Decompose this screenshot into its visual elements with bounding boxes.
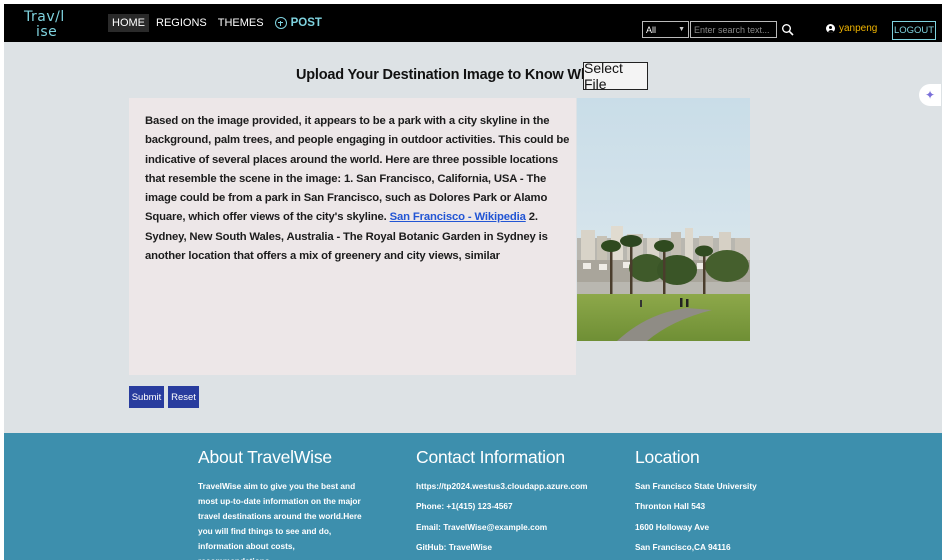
username: yanpeng [839,23,878,34]
sparkle-icon[interactable]: ✦ [919,84,941,106]
submit-button[interactable]: Submit [129,386,164,408]
logo-line-2: ise [36,24,58,40]
travelwise-logo[interactable]: Trav/l ise [22,7,76,40]
footer-about-body: TravelWise aim to give you the best and … [198,481,362,560]
footer-contact-website[interactable]: https://tp2024.westus3.cloudapp.azure.co… [416,479,616,499]
search-input[interactable] [690,21,777,38]
search-scope-value: All [646,24,657,35]
footer-location: Location San Francisco State University … [635,447,815,560]
footer-location-line: San Francisco,CA 94116 [635,541,731,552]
search-bar: All ▼ [642,21,795,38]
result-panel: Based on the image provided, it appears … [129,98,576,375]
plus-circle-icon [274,17,287,29]
footer-location-line: Thronton Hall 543 [635,501,706,512]
select-file-button[interactable]: Select File [583,60,648,92]
nav-themes[interactable]: THEMES [214,14,268,32]
user-icon [826,24,835,33]
footer-contact-heading: Contact Information [416,447,565,467]
navbar: Trav/l ise HOME REGIONS THEMES POST All … [4,4,942,42]
uploaded-image [577,98,750,341]
footer-about-heading: About TravelWise [198,447,332,467]
user-menu[interactable]: yanpeng [826,23,877,34]
footer-contact-github[interactable]: GitHub: TravelWise [416,540,616,560]
footer: About TravelWise TravelWise aim to give … [4,433,942,560]
footer-location-heading: Location [635,447,700,467]
wikipedia-link[interactable]: San Francisco - Wikipedia [390,211,526,223]
footer-contact: Contact Information https://tp2024.westu… [416,447,616,560]
result-text-part-1: Based on the image provided, it appears … [145,115,570,224]
footer-contact-email[interactable]: Email: TravelWise@example.com [416,520,616,540]
nav-regions[interactable]: REGIONS [152,14,211,32]
chevron-down-icon: ▼ [678,26,685,33]
search-icon[interactable] [781,23,795,37]
footer-contact-phone: Phone: +1(415) 123-4567 [416,501,513,512]
footer-about: About TravelWise TravelWise aim to give … [198,447,368,560]
result-text: Based on the image provided, it appears … [145,112,570,266]
nav-post-label: POST [290,17,322,29]
logo-line-1: Trav/l [24,9,65,25]
nav-links: HOME REGIONS THEMES POST [108,12,322,34]
app-frame: Trav/l ise HOME REGIONS THEMES POST All … [4,4,942,560]
footer-location-line: 1600 Holloway Ave [635,521,710,532]
footer-location-line: San Francisco State University [635,481,757,491]
nav-home[interactable]: HOME [108,14,149,32]
reset-button[interactable]: Reset [168,386,199,408]
logout-button[interactable]: LOGOUT [892,21,936,40]
nav-post[interactable]: POST [274,17,322,29]
search-scope-select[interactable]: All ▼ [642,21,689,38]
